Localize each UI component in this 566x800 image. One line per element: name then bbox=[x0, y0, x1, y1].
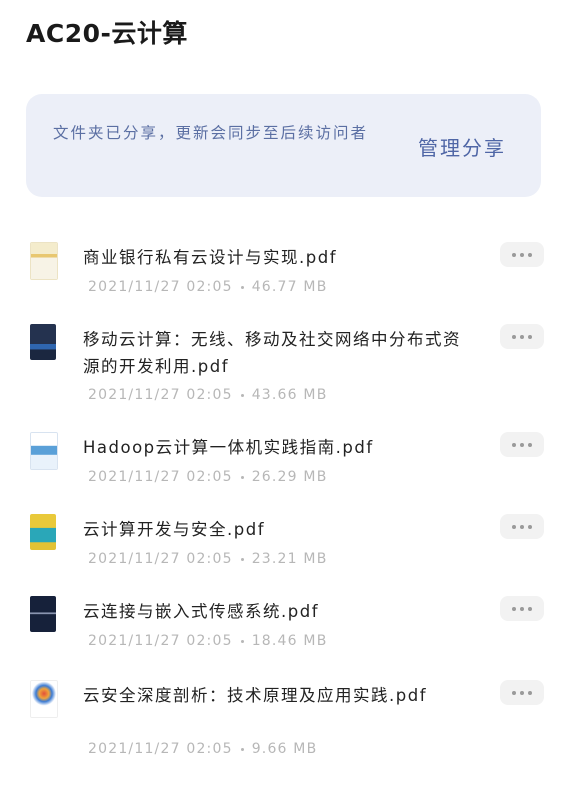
file-name: 云连接与嵌入式传感系统.pdf bbox=[83, 602, 320, 621]
more-options-button[interactable] bbox=[500, 514, 544, 539]
book-cover-icon bbox=[30, 242, 58, 280]
file-name: 商业银行私有云设计与实现.pdf bbox=[83, 248, 338, 267]
more-dots-icon bbox=[500, 432, 544, 457]
file-size: 26.29 MB bbox=[251, 469, 328, 485]
separator-dot bbox=[240, 285, 244, 289]
file-date: 2021/11/27 02:05 bbox=[88, 387, 233, 403]
file-meta: 2021/11/27 02:05 43.66 MB bbox=[88, 387, 328, 403]
file-date: 2021/11/27 02:05 bbox=[88, 633, 233, 649]
more-options-button[interactable] bbox=[500, 242, 544, 267]
file-size: 46.77 MB bbox=[251, 279, 328, 295]
book-cover-icon bbox=[30, 596, 56, 632]
file-size: 23.21 MB bbox=[251, 551, 328, 567]
file-meta: 2021/11/27 02:05 26.29 MB bbox=[88, 469, 328, 485]
book-cover-icon bbox=[30, 514, 56, 550]
book-cover-icon bbox=[30, 432, 58, 470]
separator-dot bbox=[240, 747, 244, 751]
file-date: 2021/11/27 02:05 bbox=[88, 741, 233, 757]
separator-dot bbox=[240, 639, 244, 643]
file-size: 9.66 MB bbox=[251, 741, 318, 757]
file-date: 2021/11/27 02:05 bbox=[88, 469, 233, 485]
file-list: 商业银行私有云设计与实现.pdf 2021/11/27 02:05 46.77 M… bbox=[0, 0, 566, 800]
file-size: 43.66 MB bbox=[251, 387, 328, 403]
file-date: 2021/11/27 02:05 bbox=[88, 279, 233, 295]
more-options-button[interactable] bbox=[500, 680, 544, 705]
separator-dot bbox=[240, 393, 244, 397]
more-dots-icon bbox=[500, 324, 544, 349]
separator-dot bbox=[240, 557, 244, 561]
file-meta: 2021/11/27 02:05 18.46 MB bbox=[88, 633, 328, 649]
file-name: 移动云计算：无线、移动及社交网络中分布式资源的开发利用.pdf bbox=[83, 330, 461, 376]
file-meta: 2021/11/27 02:05 23.21 MB bbox=[88, 551, 328, 567]
file-name: Hadoop云计算一体机实践指南.pdf bbox=[83, 438, 374, 457]
book-cover-icon bbox=[30, 680, 58, 718]
more-options-button[interactable] bbox=[500, 432, 544, 457]
file-name: 云安全深度剖析：技术原理及应用实践.pdf bbox=[83, 686, 428, 705]
file-date: 2021/11/27 02:05 bbox=[88, 551, 233, 567]
more-options-button[interactable] bbox=[500, 596, 544, 621]
file-meta: 2021/11/27 02:05 46.77 MB bbox=[88, 279, 328, 295]
file-meta: 2021/11/27 02:05 9.66 MB bbox=[88, 741, 317, 757]
book-cover-icon bbox=[30, 324, 56, 360]
more-options-button[interactable] bbox=[500, 324, 544, 349]
file-name: 云计算开发与安全.pdf bbox=[83, 520, 266, 539]
more-dots-icon bbox=[500, 242, 544, 267]
more-dots-icon bbox=[500, 680, 544, 705]
more-dots-icon bbox=[500, 514, 544, 539]
more-dots-icon bbox=[500, 596, 544, 621]
file-size: 18.46 MB bbox=[251, 633, 328, 649]
separator-dot bbox=[240, 475, 244, 479]
